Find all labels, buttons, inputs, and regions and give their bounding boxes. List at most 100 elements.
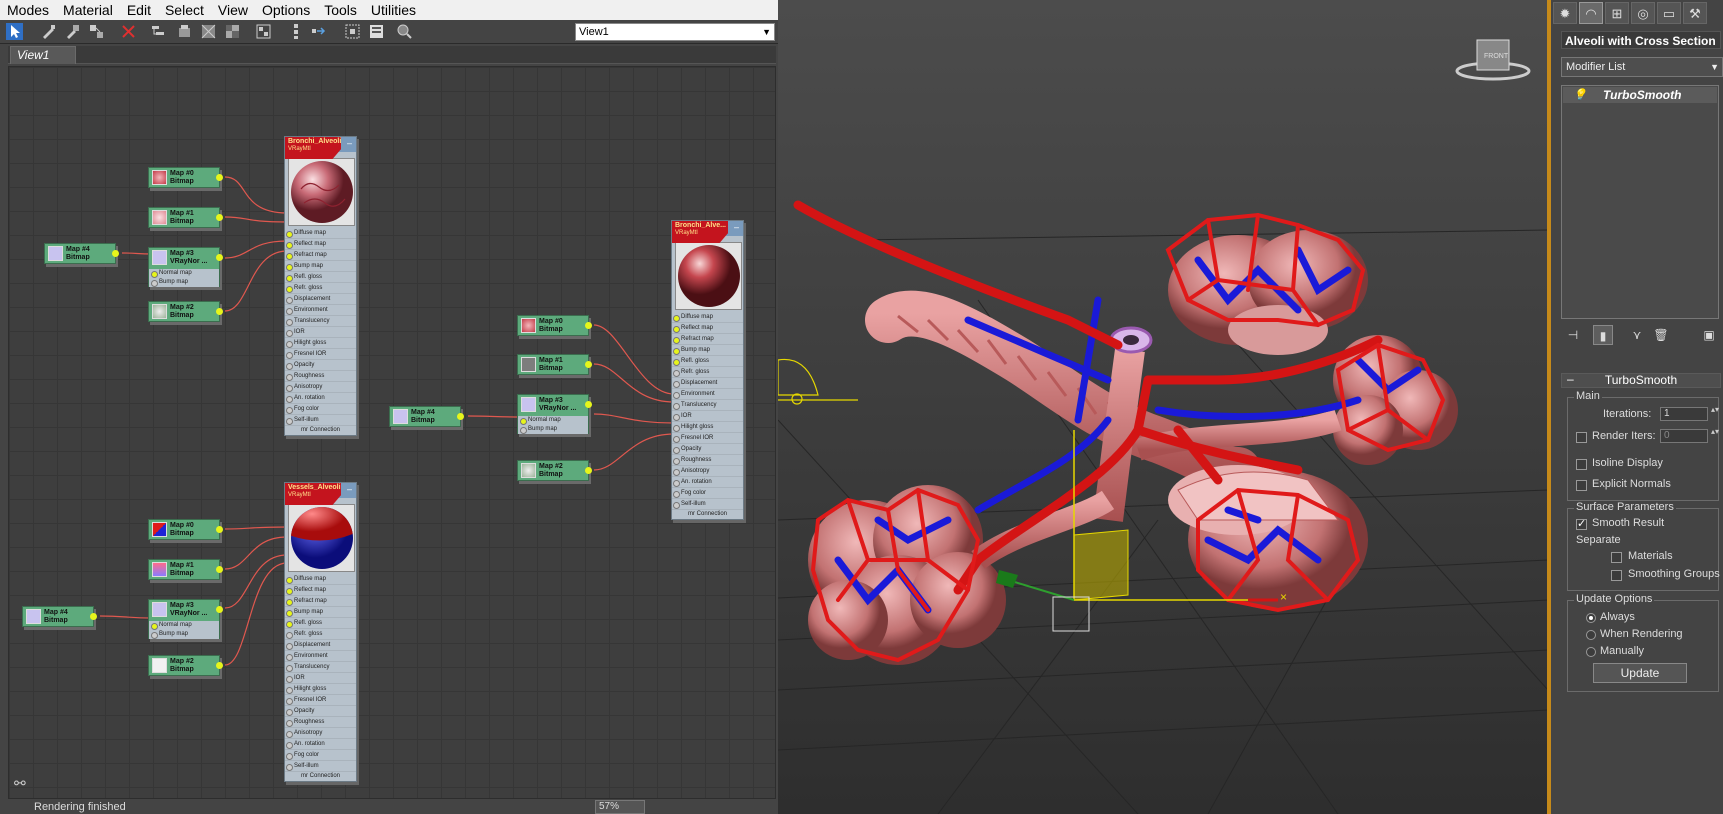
select-tool-icon[interactable] [6, 23, 23, 40]
map-node-1c[interactable]: Map #1 Bitmap [517, 354, 592, 375]
pin-stack-icon[interactable]: ⊣ [1563, 325, 1583, 345]
slot-ior[interactable]: IOR [285, 673, 356, 684]
display-tab-icon[interactable]: ▭ [1657, 2, 1681, 24]
mr-connection[interactable]: mr Connection [285, 426, 356, 435]
output-socket[interactable] [457, 413, 464, 420]
material-node-header[interactable]: Bronchi_Alveoli VRayMtl – [285, 137, 356, 159]
slot-bump-map[interactable]: Bump map [285, 261, 356, 272]
tab-view1[interactable]: View1 [10, 46, 76, 64]
slot-translucency[interactable]: Translucency [672, 400, 743, 411]
slot-roughness[interactable]: Roughness [672, 455, 743, 466]
output-socket[interactable] [112, 250, 119, 257]
slot-roughness[interactable]: Roughness [285, 717, 356, 728]
slot-reflect-map[interactable]: Reflect map [672, 323, 743, 334]
show-end-result-icon[interactable]: ▮ [1593, 325, 1613, 345]
slot-refr-gloss[interactable]: Refr. gloss [672, 367, 743, 378]
map-node-1a[interactable]: Map #1 Bitmap [148, 207, 223, 228]
material-node-bronchi-alve[interactable]: Bronchi_Alve... VRayMtl – Diffuse map Refle… [671, 220, 744, 520]
slot-environment[interactable]: Environment [672, 389, 743, 400]
slot-environment[interactable]: Environment [285, 305, 356, 316]
slot-fresnel-ior[interactable]: Fresnel IOR [285, 695, 356, 706]
slot-normal-map[interactable]: Normal map [149, 621, 219, 630]
slot-fresnel-ior[interactable]: Fresnel IOR [672, 433, 743, 444]
slot-fresnel-ior[interactable]: Fresnel IOR [285, 349, 356, 360]
material-node-vessels-alveoli[interactable]: Vessels_Alveoli VRayMtl – Diffuse map Refle… [284, 482, 357, 782]
slot-opacity[interactable]: Opacity [285, 360, 356, 371]
slot-translucency[interactable]: Translucency [285, 662, 356, 673]
slot-bump-map[interactable]: Bump map [285, 607, 356, 618]
assign-material-icon[interactable] [88, 23, 105, 40]
slot-self-illum[interactable]: Self-illum [285, 415, 356, 426]
slot-refract-map[interactable]: Refract map [285, 596, 356, 607]
move-children-icon[interactable] [150, 23, 167, 40]
slot-anisotropy[interactable]: Anisotropy [285, 382, 356, 393]
slot-opacity[interactable]: Opacity [672, 444, 743, 455]
zoom-field[interactable]: 57% [595, 800, 645, 814]
modifier-list-dropdown[interactable]: Modifier List ▼ [1561, 57, 1723, 77]
map-node-4a[interactable]: Map #4 Bitmap [44, 243, 119, 264]
when-rendering-radio[interactable] [1586, 630, 1596, 640]
material-node-bronchi-alveoli[interactable]: Bronchi_Alveoli VRayMtl – Diffuse map Refle… [284, 136, 357, 436]
slot-refract-map[interactable]: Refract map [285, 250, 356, 261]
slot-ior[interactable]: IOR [285, 327, 356, 338]
slot-displacement[interactable]: Displacement [672, 378, 743, 389]
select-by-material-icon[interactable] [396, 23, 413, 40]
slot-normal-map[interactable]: Normal map [518, 416, 588, 425]
slot-fog-color[interactable]: Fog color [285, 750, 356, 761]
material-node-header[interactable]: Vessels_Alveoli VRayMtl – [285, 483, 356, 505]
output-socket[interactable] [585, 322, 592, 329]
always-radio[interactable] [1586, 613, 1596, 623]
slot-normal-map[interactable]: Normal map [149, 269, 219, 278]
map-node-4c[interactable]: Map #4 Bitmap [389, 406, 464, 427]
map-node-0b[interactable]: Map #0 Bitmap [148, 519, 223, 540]
hierarchy-tab-icon[interactable]: ⊞ [1605, 2, 1629, 24]
menu-edit[interactable]: Edit [120, 0, 158, 20]
material-map-navigator-icon[interactable] [344, 23, 361, 40]
slot-anisotropy[interactable]: Anisotropy [285, 728, 356, 739]
modify-tab-icon[interactable]: ◠ [1579, 2, 1603, 24]
layout-children-icon[interactable] [288, 23, 305, 40]
3d-viewport[interactable]: FRONT × [778, 0, 1548, 814]
render-iters-checkbox[interactable] [1576, 432, 1587, 443]
smoothing-groups-checkbox[interactable] [1611, 570, 1622, 581]
slot-bump-map[interactable]: Bump map [149, 630, 219, 639]
map-node-1b[interactable]: Map #1 Bitmap [148, 559, 223, 580]
output-socket[interactable] [216, 214, 223, 221]
slot-opacity[interactable]: Opacity [285, 706, 356, 717]
hide-unused-slots-icon[interactable] [176, 23, 193, 40]
menu-utilities[interactable]: Utilities [364, 0, 423, 20]
slot-bump-map[interactable]: Bump map [672, 345, 743, 356]
binoculars-icon[interactable]: ⚯ [14, 775, 26, 792]
slot-an-rotation[interactable]: An. rotation [285, 739, 356, 750]
slot-refr-gloss[interactable]: Refr. gloss [285, 283, 356, 294]
slot-hilight-gloss[interactable]: Hilight gloss [285, 684, 356, 695]
slot-hilight-gloss[interactable]: Hilight gloss [672, 422, 743, 433]
minimize-icon[interactable]: – [347, 138, 352, 148]
configure-modifier-sets-icon[interactable]: ▣ [1699, 325, 1719, 345]
turbosmooth-rollout-header[interactable]: – TurboSmooth [1561, 373, 1721, 388]
menu-tools[interactable]: Tools [317, 0, 364, 20]
slot-refl-gloss[interactable]: Refl. gloss [285, 618, 356, 629]
slot-ior[interactable]: IOR [672, 411, 743, 422]
output-socket[interactable] [216, 174, 223, 181]
menu-options[interactable]: Options [255, 0, 317, 20]
layout-all-icon[interactable] [255, 23, 272, 40]
slot-bump-map[interactable]: Bump map [518, 425, 588, 434]
map-node-2b[interactable]: Map #2 Bitmap [148, 655, 223, 676]
slot-hilight-gloss[interactable]: Hilight gloss [285, 338, 356, 349]
slot-displacement[interactable]: Displacement [285, 640, 356, 651]
slot-fog-color[interactable]: Fog color [672, 488, 743, 499]
slot-refr-gloss[interactable]: Refr. gloss [285, 629, 356, 640]
remove-modifier-icon[interactable]: 🗑 [1651, 325, 1671, 345]
menu-modes[interactable]: Modes [0, 0, 56, 20]
view-selector-dropdown[interactable]: View1 ▼ [575, 23, 775, 41]
show-map-icon[interactable] [200, 23, 217, 40]
output-socket[interactable] [90, 613, 97, 620]
explicit-normals-checkbox[interactable] [1576, 480, 1587, 491]
map-node-2c[interactable]: Map #2 Bitmap [517, 460, 592, 481]
put-to-scene-icon[interactable] [64, 23, 81, 40]
slot-reflect-map[interactable]: Reflect map [285, 239, 356, 250]
slot-translucency[interactable]: Translucency [285, 316, 356, 327]
slot-displacement[interactable]: Displacement [285, 294, 356, 305]
node-graph-canvas[interactable]: Map #0 Bitmap Map #1 Bitmap Map #3 VRayN… [8, 66, 776, 799]
